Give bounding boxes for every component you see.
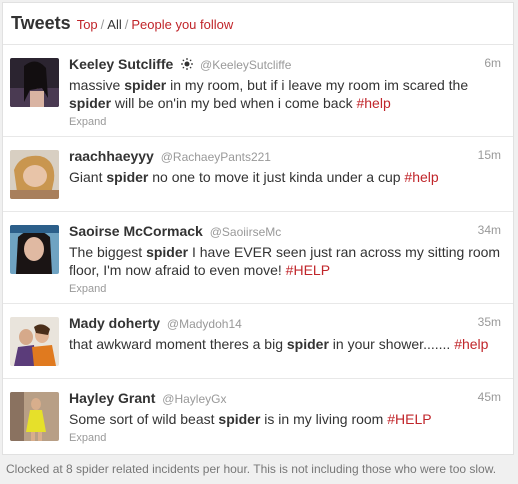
tweet-author-handle[interactable]: @RachaeyPants221 [161,150,271,164]
tweet-author-name[interactable]: raachhaeyyy [69,148,154,164]
tweet-keyword: spider [106,169,149,185]
tweet-author-name[interactable]: Keeley Sutcliffe [69,56,173,72]
tweets-header: Tweets Top / All / People you follow [3,3,513,45]
tweet-text-segment: massive [69,77,125,93]
filter-all-link[interactable]: All [107,17,121,32]
tweet-timestamp[interactable]: 15m [478,148,501,162]
tweet-keyword: spider [69,95,112,111]
tweet-author-name[interactable]: Saoirse McCormack [69,223,203,239]
tweet-text-segment: Giant [69,169,107,185]
tweet-text-segment: The biggest [69,244,147,260]
sun-icon [181,58,194,70]
tweet-author-handle[interactable]: @KeeleySutcliffe [200,58,291,72]
tweet-keyword: spider [124,77,167,93]
filter-separator: / [100,17,105,32]
tweet-text: The biggest spider I have EVER seen just… [69,243,503,279]
tweet-timestamp[interactable]: 35m [478,315,501,329]
tweet-author-handle[interactable]: @Madydoh14 [167,317,242,331]
tweet-text: Giant spider no one to move it just kind… [69,168,503,186]
expand-link[interactable]: Expand [69,283,106,295]
tweet-text-segment: in your shower....... [328,336,455,352]
tweets-panel: Tweets Top / All / People you follow Keeley … [2,2,514,455]
tweet-timestamp[interactable]: 45m [478,390,501,404]
tweet-text-segment: no one to move it just kinda under a cup [148,169,405,185]
tweet-timestamp[interactable]: 6m [484,56,501,70]
hashtag-link[interactable]: #HELP [286,262,330,278]
avatar[interactable] [10,317,59,366]
tweet-timestamp[interactable]: 34m [478,223,501,237]
tweet-item[interactable]: Saoirse McCormack @SaoiirseMc 34m The bi… [3,212,513,304]
tweet-author-handle[interactable]: @HayleyGx [162,392,226,406]
tweet-text-segment: Some sort of wild beast [69,411,219,427]
tweet-text-segment: that awkward moment theres a big [69,336,287,352]
tweet-text-segment: is in my living room [260,411,388,427]
tweet-text: massive spider in my room, but if i leav… [69,76,503,112]
tweet-author-name[interactable]: Hayley Grant [69,390,155,406]
filter-top-link[interactable]: Top [77,17,98,32]
tweet-filters: Top / All / People you follow [77,17,234,32]
filter-separator: / [124,17,129,32]
filter-people-you-follow-link[interactable]: People you follow [131,17,233,32]
tweet-item[interactable]: Keeley Sutcliffe @KeeleySutcliffe 6m mas… [3,45,513,137]
footer-caption: Clocked at 8 spider related incidents pe… [6,462,497,476]
avatar[interactable] [10,225,59,274]
tweet-text: that awkward moment theres a big spider … [69,335,503,353]
tweets-title: Tweets [11,13,71,33]
tweet-item[interactable]: raachhaeyyy @RachaeyPants221 15m Giant s… [3,137,513,212]
avatar[interactable] [10,58,59,107]
tweet-item[interactable]: Mady doherty @Madydoh14 35m that awkward… [3,304,513,379]
tweet-item[interactable]: Hayley Grant @HayleyGx 45m Some sort of … [3,379,513,454]
tweet-keyword: spider [286,336,329,352]
hashtag-link[interactable]: #help [356,95,390,111]
expand-link[interactable]: Expand [69,432,106,444]
tweet-text: Some sort of wild beast spider is in my … [69,410,503,428]
tweet-keyword: spider [218,411,261,427]
tweet-keyword: spider [146,244,189,260]
hashtag-link[interactable]: #help [454,336,488,352]
hashtag-link[interactable]: #HELP [387,411,431,427]
tweet-text-segment: will be on'in my bed when i come back [111,95,357,111]
avatar[interactable] [10,150,59,199]
tweet-text-segment: in my room, but if i leave my room im sc… [166,77,469,93]
hashtag-link[interactable]: #help [404,169,438,185]
tweet-author-handle[interactable]: @SaoiirseMc [210,225,282,239]
expand-link[interactable]: Expand [69,116,106,128]
avatar[interactable] [10,392,59,441]
tweet-author-name[interactable]: Mady doherty [69,315,160,331]
